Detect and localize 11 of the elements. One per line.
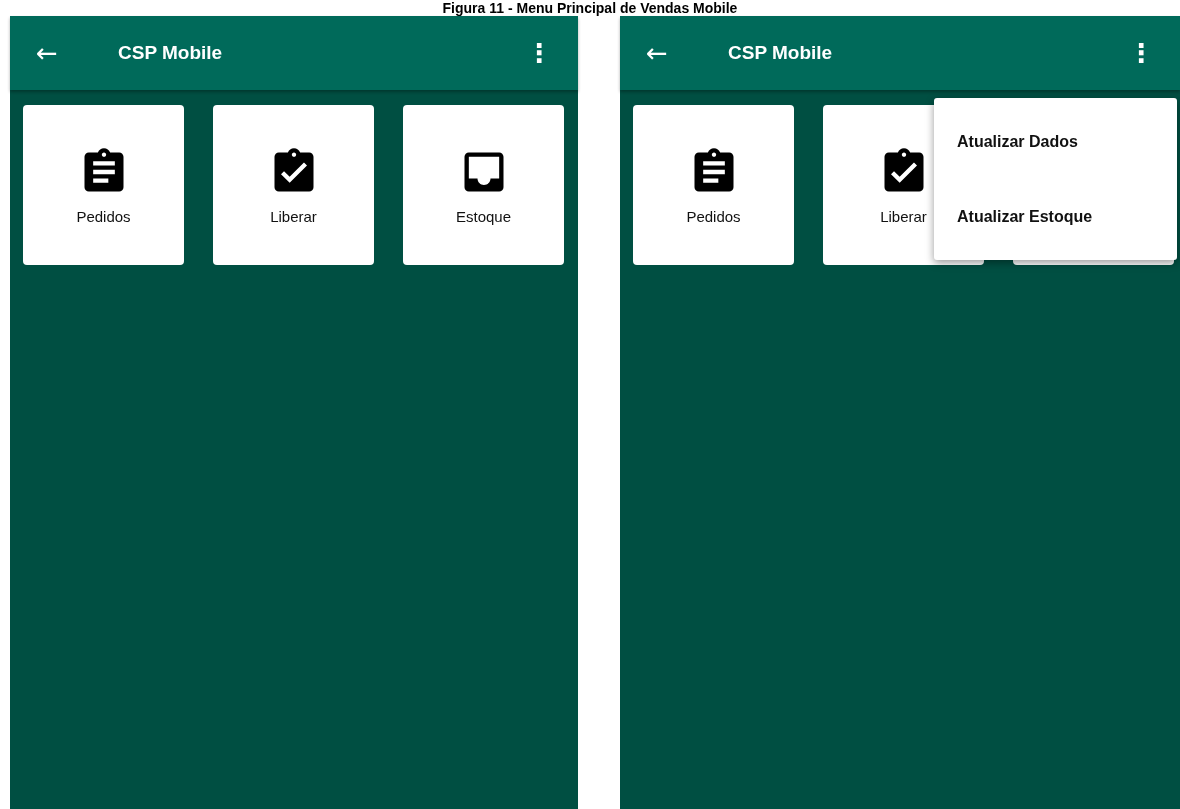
figure-caption: Figura 11 - Menu Principal de Vendas Mobile (442, 0, 738, 16)
menu-tile[interactable]: Pedidos (633, 105, 794, 265)
menu-tile[interactable]: Estoque (403, 105, 564, 265)
more-menu-button[interactable]: ⋮ (1122, 38, 1160, 68)
menu-tile[interactable]: Liberar (213, 105, 374, 265)
app-title: CSP Mobile (118, 42, 224, 64)
back-button[interactable]: ← (36, 38, 86, 68)
app-title: CSP Mobile (728, 42, 834, 64)
more-menu-button[interactable]: ⋮ (520, 38, 558, 68)
menu-tile[interactable]: Pedidos (23, 105, 184, 265)
back-button[interactable]: ← (646, 38, 696, 68)
